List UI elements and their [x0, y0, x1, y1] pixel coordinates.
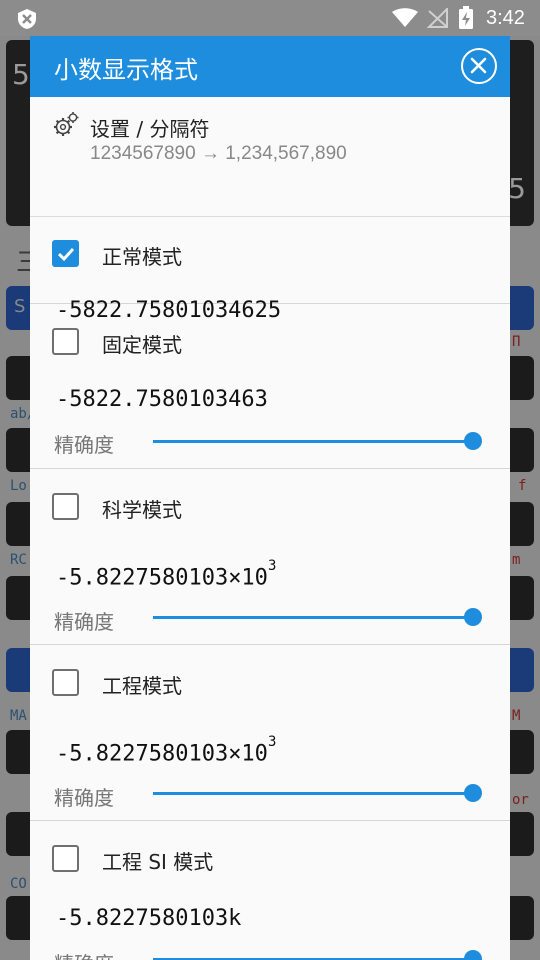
- mode-checkbox[interactable]: [52, 669, 79, 696]
- dialog-title: 小数显示格式: [54, 56, 198, 84]
- settings-title: 设置 / 分隔符: [90, 117, 210, 141]
- value-times: ×10: [228, 565, 268, 591]
- key-label: S: [14, 296, 26, 317]
- mode-value: -5822.7580103463: [56, 387, 268, 412]
- mode-label[interactable]: 科学模式: [102, 494, 182, 523]
- no-signal-icon: [427, 8, 448, 28]
- display-digit: 5: [12, 58, 30, 91]
- mode-value: -5.8227580103k: [56, 906, 242, 931]
- separator-example: 1234567890 → 1,234,567,890: [90, 143, 347, 164]
- mode-engineering-si: 工程 SI 模式 -5.8227580103k 精确度: [30, 820, 510, 960]
- mode-engineering: 工程模式 -5.8227580103×103 精确度: [30, 644, 510, 821]
- status-time: 3:42: [486, 7, 525, 29]
- value-mantissa: -5.8227580103: [56, 741, 229, 767]
- key-hint-label: m: [512, 552, 521, 568]
- mode-scientific: 科学模式 -5.8227580103×103 精确度: [30, 468, 510, 645]
- mode-value: -5.8227580103×103: [56, 558, 276, 591]
- precision-slider-thumb[interactable]: [464, 784, 482, 802]
- close-icon: [470, 57, 487, 74]
- precision-slider-thumb[interactable]: [464, 950, 482, 960]
- mode-value: -5.8227580103×103: [56, 734, 276, 767]
- mode-label[interactable]: 工程模式: [102, 670, 182, 699]
- mode-checkbox[interactable]: [52, 493, 79, 520]
- gear-icon: [54, 112, 79, 136]
- mode-label[interactable]: 正常模式: [102, 241, 182, 270]
- value-mantissa: -5.8227580103: [56, 565, 229, 591]
- checkmark-icon: [57, 247, 75, 262]
- key-hint-label: Π: [512, 334, 521, 350]
- key-hint-label: or: [512, 792, 529, 808]
- mode-checkbox[interactable]: [52, 328, 79, 355]
- mode-normal: 正常模式 -5822.75801034625: [30, 216, 510, 323]
- mode-fixed: 固定模式 -5822.7580103463 精确度: [30, 303, 510, 469]
- mode-label[interactable]: 工程 SI 模式: [102, 846, 213, 875]
- battery-charging-icon: [459, 6, 473, 29]
- display-digit: 5: [508, 172, 526, 205]
- key-hint-label: f: [518, 478, 527, 494]
- mode-checkbox[interactable]: [52, 240, 79, 267]
- precision-slider-thumb[interactable]: [464, 432, 482, 450]
- close-button[interactable]: [461, 48, 497, 84]
- key-hint-label: MA: [10, 708, 27, 724]
- mode-checkbox[interactable]: [52, 845, 79, 872]
- value-exponent: 3: [267, 558, 277, 574]
- precision-slider[interactable]: [153, 616, 473, 619]
- precision-slider[interactable]: [153, 440, 473, 443]
- precision-label: 精确度: [54, 948, 114, 960]
- precision-slider-thumb[interactable]: [464, 608, 482, 626]
- separator-settings-row[interactable]: 设置 / 分隔符 1234567890 → 1,234,567,890: [30, 97, 510, 217]
- wifi-icon: [392, 8, 418, 27]
- app-shield-icon: [18, 9, 36, 29]
- key-hint-label: CO: [10, 876, 27, 892]
- precision-label: 精确度: [54, 433, 114, 457]
- key-hint-label: M: [512, 708, 521, 724]
- value-times: ×10: [228, 741, 268, 767]
- precision-label: 精确度: [54, 610, 114, 634]
- dialog-header: 小数显示格式: [30, 36, 510, 97]
- decimal-format-dialog: 小数显示格式 设置 / 分隔符 1234567890 → 1,234,567,8…: [30, 36, 510, 960]
- key-hint-label: RC: [10, 552, 27, 568]
- mode-label[interactable]: 固定模式: [102, 329, 182, 358]
- value-exponent: 3: [267, 734, 277, 750]
- status-bar: 3:42: [0, 0, 540, 36]
- precision-slider[interactable]: [153, 792, 473, 795]
- precision-label: 精确度: [54, 786, 114, 810]
- key-hint-label: Lo: [10, 478, 27, 494]
